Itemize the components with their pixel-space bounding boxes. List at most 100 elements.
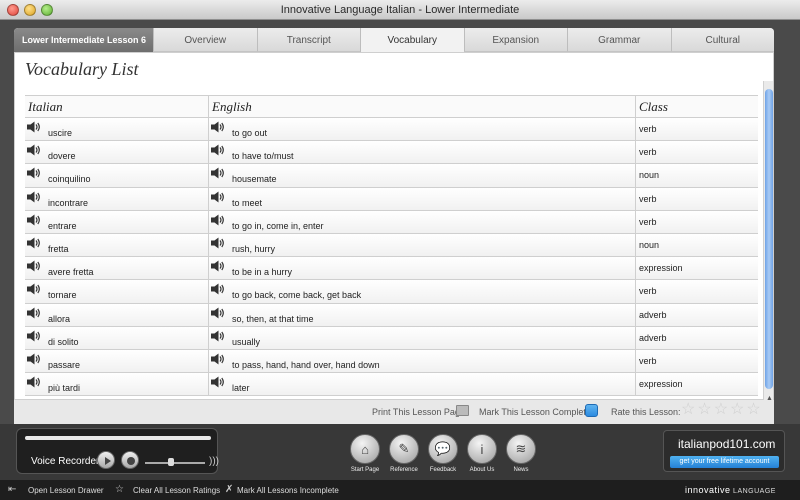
vertical-scrollbar[interactable]: ▲ ▼: [763, 81, 773, 419]
table-row: allora so, then, at that time adverb: [25, 303, 758, 327]
english-cell: housemate: [209, 164, 636, 187]
star-icon[interactable]: ☆: [746, 402, 760, 418]
close-window-button[interactable]: [7, 4, 19, 16]
star-icon[interactable]: ☆: [730, 402, 744, 418]
speaker-icon[interactable]: [211, 191, 225, 203]
tab-vocabulary[interactable]: Vocabulary: [360, 28, 464, 52]
italian-word: passare: [48, 359, 81, 370]
drawer-icon[interactable]: ⇤: [8, 484, 16, 495]
volume-slider-knob[interactable]: [168, 458, 174, 466]
speaker-icon[interactable]: [211, 121, 225, 133]
class-cell: verb: [636, 141, 758, 163]
print-lesson-link[interactable]: Print This Lesson Page: [372, 407, 465, 417]
word-class: verb: [639, 216, 657, 227]
tab-grammar[interactable]: Grammar: [567, 28, 671, 52]
speaker-icon[interactable]: [27, 237, 41, 249]
table-row: più tardi later expression: [25, 373, 758, 397]
italian-word: incontrare: [48, 197, 89, 208]
italian-cell: dovere: [25, 141, 209, 164]
nav-feedback-button[interactable]: 💬 Feedback: [428, 434, 458, 473]
english-translation: to meet: [232, 197, 263, 208]
table-row: fretta rush, hurry noun: [25, 233, 758, 258]
english-translation: so, then, at that time: [232, 313, 314, 324]
record-button[interactable]: [121, 451, 139, 469]
english-translation: to go back, come back, get back: [232, 290, 362, 301]
speaker-icon[interactable]: [211, 144, 225, 156]
tab-cultural[interactable]: Cultural: [670, 28, 774, 52]
open-drawer-button[interactable]: Open Lesson Drawer: [28, 486, 104, 495]
italian-word: uscire: [48, 128, 73, 138]
english-cell: to be in a hurry: [209, 257, 636, 280]
nav-news-button[interactable]: ≋ News: [506, 434, 536, 473]
italianpod-logo[interactable]: italianpod101.com: [678, 437, 775, 451]
table-row: tornare to go back, come back, get back ve…: [25, 280, 758, 304]
clear-ratings-button[interactable]: Clear All Lesson Ratings: [133, 486, 220, 495]
speaker-icon[interactable]: [27, 283, 41, 295]
english-translation: rush, hurry: [232, 243, 276, 254]
tab-expansion[interactable]: Expansion: [463, 28, 567, 52]
speaker-icon[interactable]: [27, 191, 41, 203]
star-icon[interactable]: ☆: [681, 402, 695, 418]
column-header-italian: Italian: [25, 96, 209, 117]
mark-incomplete-button[interactable]: Mark All Lessons Incomplete: [237, 486, 339, 495]
nav-reference-button[interactable]: ✎ Reference: [389, 434, 419, 473]
speaker-icon[interactable]: [211, 260, 225, 272]
star-icon[interactable]: ☆: [697, 402, 711, 418]
star-icon[interactable]: ☆: [714, 402, 728, 418]
speaker-icon[interactable]: [211, 237, 225, 249]
play-icon: [105, 457, 111, 465]
italian-word: coinquilino: [48, 174, 91, 185]
maximize-window-button[interactable]: [41, 4, 53, 16]
nav-about-us-button[interactable]: i About Us: [467, 434, 497, 473]
italian-cell: tornare: [25, 280, 209, 303]
printer-icon[interactable]: [456, 405, 469, 416]
brand-name: innovative: [685, 485, 731, 495]
speaker-icon[interactable]: [211, 353, 225, 365]
english-translation: usually: [232, 336, 261, 347]
speaker-icon[interactable]: [27, 376, 41, 388]
speaker-icon[interactable]: [27, 121, 41, 133]
speaker-icon[interactable]: [27, 353, 41, 365]
speaker-icon[interactable]: [211, 330, 225, 342]
volume-slider[interactable]: [145, 462, 205, 464]
tab-transcript[interactable]: Transcript: [256, 28, 360, 52]
tab-overview[interactable]: Overview: [153, 28, 257, 52]
play-button[interactable]: [97, 451, 115, 469]
free-account-button[interactable]: get your free lifetime account: [670, 456, 779, 468]
word-class: verb: [639, 286, 657, 297]
italian-cell: uscire: [25, 118, 209, 141]
speaker-icon[interactable]: [211, 307, 225, 319]
speaker-icon[interactable]: [27, 260, 41, 272]
speaker-icon[interactable]: [211, 167, 225, 179]
nav-start-page-button[interactable]: ⌂ Start Page: [350, 434, 380, 473]
english-translation: to go out: [232, 128, 268, 138]
home-icon: ⌂: [350, 434, 380, 464]
english-translation: housemate: [232, 174, 277, 185]
english-cell: later: [209, 373, 636, 396]
speaker-icon[interactable]: [211, 214, 225, 226]
speaker-icon[interactable]: [27, 307, 41, 319]
feedback-icon: 💬: [428, 434, 458, 464]
volume-icon: ))): [209, 456, 219, 467]
english-translation: to be in a hurry: [232, 267, 293, 278]
speaker-icon[interactable]: [211, 283, 225, 295]
bottom-controls: Voice Recorder ))) ⌂ Start Page ✎ Reference…: [0, 424, 800, 480]
status-bar: ⇤ Open Lesson Drawer ☆ Clear All Lesson …: [0, 480, 800, 500]
class-cell: verb: [636, 350, 758, 372]
speaker-icon[interactable]: [27, 167, 41, 179]
speaker-icon[interactable]: [211, 376, 225, 388]
table-row: incontrare to meet verb: [25, 187, 758, 211]
mark-complete-checkbox[interactable]: [585, 404, 598, 417]
star-outline-icon[interactable]: ☆: [115, 484, 124, 495]
speaker-icon[interactable]: [27, 214, 41, 226]
word-class: verb: [639, 147, 657, 158]
column-header-class: Class: [639, 99, 668, 114]
x-icon[interactable]: ✗: [225, 484, 233, 495]
speaker-icon[interactable]: [27, 144, 41, 156]
scrollbar-thumb[interactable]: [765, 89, 773, 389]
table-row: dovere to have to/must verb: [25, 141, 758, 165]
minimize-window-button[interactable]: [24, 4, 36, 16]
table-row: di solito usually adverb: [25, 326, 758, 350]
speaker-icon[interactable]: [27, 330, 41, 342]
class-cell: adverb: [636, 327, 758, 349]
